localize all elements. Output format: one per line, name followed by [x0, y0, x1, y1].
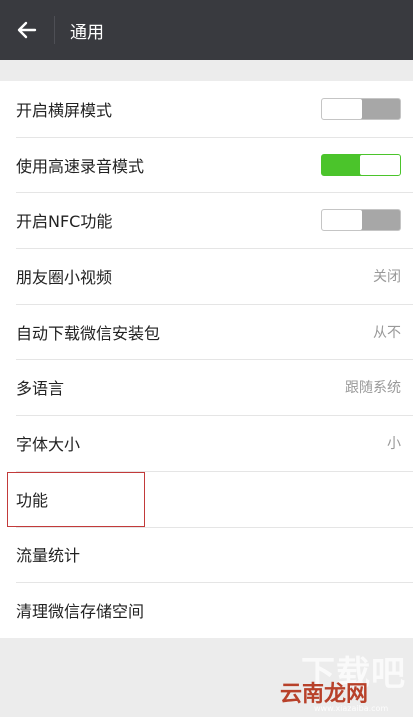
high-speed-recording-toggle[interactable]	[321, 153, 401, 176]
setting-label: 使用高速录音模式	[16, 156, 145, 176]
setting-label: 自动下载微信安装包	[16, 323, 161, 343]
top-bar: 通用	[0, 0, 413, 60]
setting-label: 清理微信存储空间	[16, 602, 145, 622]
landscape-toggle[interactable]	[321, 97, 401, 120]
watermark-url-text: www.xiazaiba.com	[314, 704, 389, 713]
setting-label: 字体大小	[16, 434, 81, 454]
setting-moments-video[interactable]: 朋友圈小视频 关闭	[0, 248, 413, 304]
setting-nfc[interactable]: 开启NFC功能	[0, 192, 413, 248]
back-arrow-icon	[17, 21, 37, 39]
setting-clear-storage[interactable]: 清理微信存储空间	[0, 582, 413, 638]
highlight-annotation	[7, 472, 145, 527]
setting-landscape-mode[interactable]: 开启横屏模式	[0, 81, 413, 137]
setting-data-usage[interactable]: 流量统计	[0, 526, 413, 583]
toggle-knob	[360, 154, 400, 175]
setting-auto-download[interactable]: 自动下载微信安装包 从不	[0, 303, 413, 360]
setting-language[interactable]: 多语言 跟随系统	[0, 359, 413, 415]
setting-label: 流量统计	[16, 546, 81, 566]
setting-value: 跟随系统	[345, 380, 401, 397]
setting-label: 开启NFC功能	[16, 212, 113, 232]
setting-value: 从不	[373, 324, 401, 341]
nfc-toggle[interactable]	[321, 209, 401, 232]
watermark: 下载吧 云南龙网 www.xiazaiba.com	[280, 646, 410, 714]
setting-label: 开启横屏模式	[16, 100, 113, 120]
setting-high-speed-recording[interactable]: 使用高速录音模式	[0, 136, 413, 193]
setting-value: 关闭	[373, 268, 401, 285]
toggle-knob	[322, 98, 362, 119]
toggle-knob	[322, 210, 362, 231]
setting-value: 小	[387, 435, 401, 452]
settings-list: 开启横屏模式 使用高速录音模式 开启NFC功能 朋友圈小视频 关闭 自动下载微信…	[0, 81, 413, 638]
setting-font-size[interactable]: 字体大小 小	[0, 415, 413, 471]
page-title: 通用	[70, 22, 104, 43]
setting-label: 多语言	[16, 379, 65, 399]
header-divider	[54, 16, 55, 44]
setting-label: 朋友圈小视频	[16, 267, 113, 287]
back-button[interactable]	[0, 0, 54, 60]
